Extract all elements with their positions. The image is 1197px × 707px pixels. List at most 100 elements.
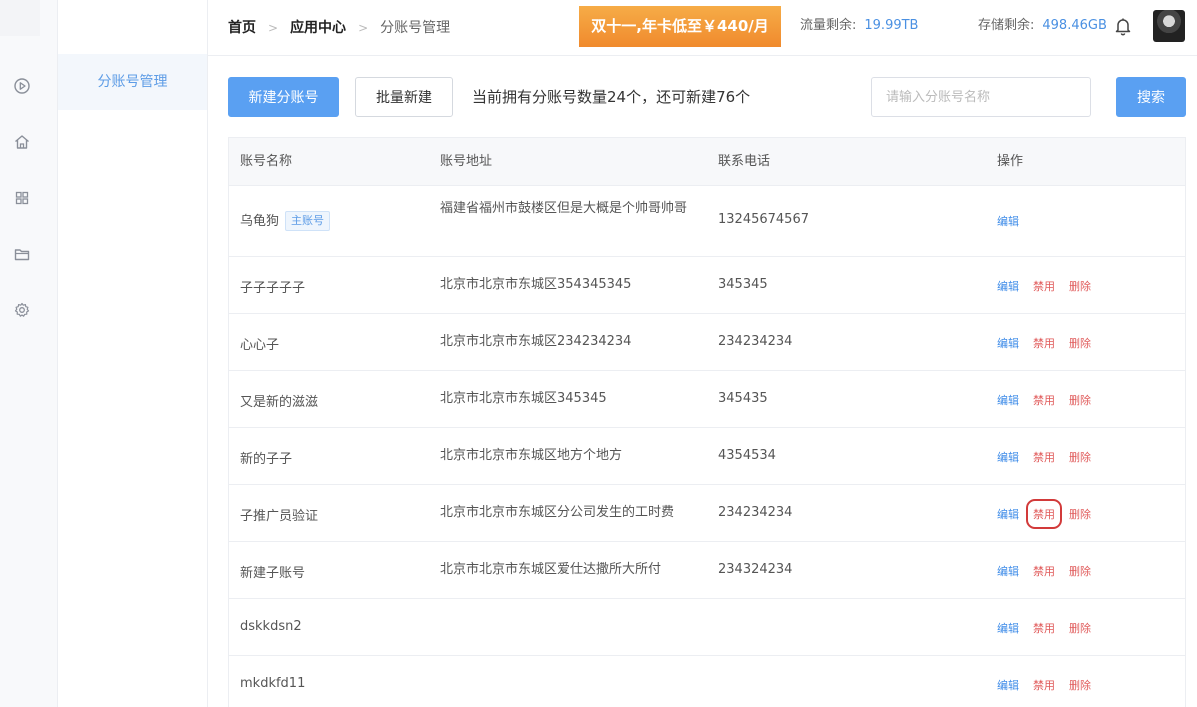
sub-account-table: 账号名称 账号地址 联系电话 操作 乌龟狗 主账号 福建省福州市鼓楼区但是大概是个… xyxy=(228,137,1186,707)
row-phone: 345435 xyxy=(718,391,768,406)
edit-button[interactable]: 编辑 xyxy=(997,563,1019,579)
logo xyxy=(0,0,40,36)
table-row: 又是新的滋滋 北京市北京市东城区345345 345435 编辑 禁用 删除 xyxy=(229,371,1185,428)
row-ops: 编辑 xyxy=(997,213,1033,229)
row-name: 新的子子 xyxy=(240,452,293,467)
row-phone: 4354534 xyxy=(718,448,776,463)
account-count-summary: 当前拥有分账号数量24个，还可新建76个 xyxy=(472,88,751,106)
table-row: 乌龟狗 主账号 福建省福州市鼓楼区但是大概是个帅哥帅哥 13245674567 编… xyxy=(229,186,1185,257)
row-phone: 234234234 xyxy=(718,334,793,349)
row-address: 北京市北京市东城区地方个地方 xyxy=(440,448,623,463)
table-row: 心心子 北京市北京市东城区234234234 234234234 编辑 禁用 删除 xyxy=(229,314,1185,371)
disable-button[interactable]: 禁用 xyxy=(1033,620,1055,636)
table-row: 子推广员验证 北京市北京市东城区分公司发生的工时费 234234234 编辑 禁用… xyxy=(229,485,1185,542)
row-address: 北京市北京市东城区分公司发生的工时费 xyxy=(440,505,675,520)
edit-button[interactable]: 编辑 xyxy=(997,449,1019,465)
row-ops: 编辑 禁用 删除 xyxy=(997,278,1105,294)
storage-label: 存储剩余: xyxy=(978,18,1035,33)
search-button[interactable]: 搜索 xyxy=(1116,77,1186,117)
delete-button[interactable]: 删除 xyxy=(1069,335,1091,351)
row-address: 北京市北京市东城区354345345 xyxy=(440,277,632,292)
folder-icon[interactable] xyxy=(12,244,32,264)
header-address: 账号地址 xyxy=(440,154,493,169)
row-ops: 编辑 禁用 删除 xyxy=(997,335,1105,351)
delete-button[interactable]: 删除 xyxy=(1069,563,1091,579)
breadcrumb-home[interactable]: 首页 xyxy=(228,0,256,56)
row-phone: 234234234 xyxy=(718,505,793,520)
row-address: 北京市北京市东城区345345 xyxy=(440,391,607,406)
traffic-remaining: 流量剩余: 19.99TB xyxy=(800,0,918,56)
promo-banner[interactable]: 双十一,年卡低至￥440/月 xyxy=(579,6,781,47)
header-name: 账号名称 xyxy=(240,154,293,169)
edit-button[interactable]: 编辑 xyxy=(997,335,1019,351)
disable-button[interactable]: 禁用 xyxy=(1033,677,1055,693)
disable-button-highlighted[interactable]: 禁用 xyxy=(1026,499,1062,529)
traffic-value: 19.99TB xyxy=(864,18,919,33)
row-name: 乌龟狗 主账号 xyxy=(240,210,331,231)
breadcrumb: 首页 > 应用中心 > 分账号管理 xyxy=(228,0,450,56)
chevron-right-icon: > xyxy=(268,21,279,35)
row-ops: 编辑 禁用 删除 xyxy=(997,499,1105,529)
edit-button[interactable]: 编辑 xyxy=(997,392,1019,408)
row-phone: 13245674567 xyxy=(718,212,809,227)
new-sub-account-button[interactable]: 新建分账号 xyxy=(228,77,339,117)
row-address: 北京市北京市东城区234234234 xyxy=(440,334,632,349)
chevron-right-icon: > xyxy=(358,21,369,35)
row-name-text: 乌龟狗 xyxy=(240,214,280,229)
row-address: 福建省福州市鼓楼区但是大概是个帅哥帅哥 xyxy=(440,201,688,216)
row-name: 子推广员验证 xyxy=(240,509,319,524)
disable-button[interactable]: 禁用 xyxy=(1033,392,1055,408)
row-ops: 编辑 禁用 删除 xyxy=(997,449,1105,465)
bell-icon[interactable] xyxy=(1112,15,1134,37)
sub-menu: 分账号管理 xyxy=(58,0,208,707)
delete-button[interactable]: 删除 xyxy=(1069,506,1091,522)
table-row: 子子子子子 北京市北京市东城区354345345 345345 编辑 禁用 删除 xyxy=(229,257,1185,314)
row-ops: 编辑 禁用 删除 xyxy=(997,677,1105,693)
storage-remaining: 存储剩余: 498.46GB xyxy=(978,0,1107,56)
traffic-label: 流量剩余: xyxy=(800,18,857,33)
gear-icon[interactable] xyxy=(12,300,32,320)
apps-grid-icon[interactable] xyxy=(12,188,32,208)
row-name: mkdkfd11 xyxy=(240,676,306,691)
row-name: 新建子账号 xyxy=(240,566,306,581)
submenu-item-sub-account[interactable]: 分账号管理 xyxy=(58,54,207,110)
main-account-tag: 主账号 xyxy=(285,211,331,231)
avatar[interactable] xyxy=(1153,10,1185,42)
row-name: dskkdsn2 xyxy=(240,619,302,634)
table-row: mkdkfd11 编辑 禁用 删除 xyxy=(229,656,1185,707)
row-ops: 编辑 禁用 删除 xyxy=(997,620,1105,636)
edit-button[interactable]: 编辑 xyxy=(997,620,1019,636)
disable-button[interactable]: 禁用 xyxy=(1033,278,1055,294)
row-ops: 编辑 禁用 删除 xyxy=(997,563,1105,579)
breadcrumb-current: 分账号管理 xyxy=(380,20,451,36)
edit-button[interactable]: 编辑 xyxy=(997,278,1019,294)
delete-button[interactable]: 删除 xyxy=(1069,677,1091,693)
row-address: 北京市北京市东城区爱仕达撒所大所付 xyxy=(440,562,662,577)
row-phone: 234324234 xyxy=(718,562,793,577)
home-icon[interactable] xyxy=(12,132,32,152)
delete-button[interactable]: 删除 xyxy=(1069,620,1091,636)
row-ops: 编辑 禁用 删除 xyxy=(997,392,1105,408)
row-name: 心心子 xyxy=(240,338,280,353)
table-row: 新的子子 北京市北京市东城区地方个地方 4354534 编辑 禁用 删除 xyxy=(229,428,1185,485)
top-header: 首页 > 应用中心 > 分账号管理 双十一,年卡低至￥440/月 流量剩余: 19.99T… xyxy=(208,0,1197,56)
delete-button[interactable]: 删除 xyxy=(1069,392,1091,408)
edit-button[interactable]: 编辑 xyxy=(997,213,1019,229)
disable-button[interactable]: 禁用 xyxy=(1033,449,1055,465)
app-root: 分账号管理 首页 > 应用中心 > 分账号管理 双十一,年卡低至￥440/月 流量剩余:… xyxy=(0,0,1197,707)
batch-create-button[interactable]: 批量新建 xyxy=(355,77,453,117)
breadcrumb-app-center[interactable]: 应用中心 xyxy=(290,0,346,56)
search-input[interactable] xyxy=(871,77,1091,117)
delete-button[interactable]: 删除 xyxy=(1069,449,1091,465)
disable-button[interactable]: 禁用 xyxy=(1033,563,1055,579)
edit-button[interactable]: 编辑 xyxy=(997,506,1019,522)
header-ops: 操作 xyxy=(997,154,1024,169)
row-name: 又是新的滋滋 xyxy=(240,395,319,410)
storage-value: 498.46GB xyxy=(1042,18,1107,33)
table-row: 新建子账号 北京市北京市东城区爱仕达撒所大所付 234324234 编辑 禁用 删除 xyxy=(229,542,1185,599)
edit-button[interactable]: 编辑 xyxy=(997,677,1019,693)
disable-button[interactable]: 禁用 xyxy=(1033,335,1055,351)
play-icon[interactable] xyxy=(12,76,32,96)
table-header: 账号名称 账号地址 联系电话 操作 xyxy=(229,138,1185,186)
delete-button[interactable]: 删除 xyxy=(1069,278,1091,294)
